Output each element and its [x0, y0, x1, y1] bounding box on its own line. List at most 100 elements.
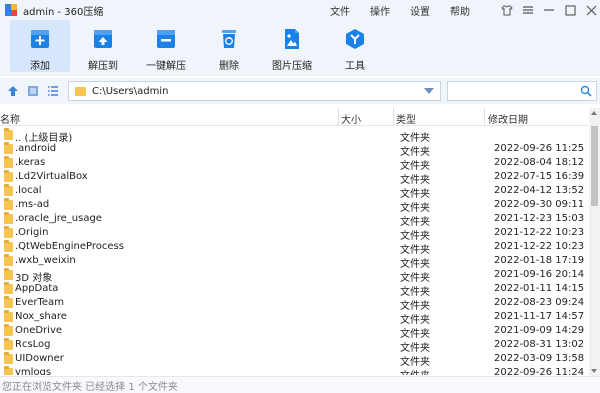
one-click-extract-icon — [157, 30, 175, 48]
close-icon[interactable] — [582, 0, 600, 20]
list-view-icon[interactable] — [46, 84, 60, 98]
folder-icon — [4, 198, 13, 210]
path-input[interactable]: C:\Users\admin — [68, 81, 441, 101]
list-item[interactable]: AppData 文件夹 2022-01-11 14:15 — [0, 282, 588, 298]
file-modified: 2022-01-11 14:15 — [494, 283, 585, 294]
chevron-down-icon[interactable] — [424, 88, 434, 94]
file-name: .QtWebEngineProcess — [15, 241, 124, 252]
list-item[interactable]: .Origin 文件夹 2021-12-22 10:23 — [0, 226, 588, 242]
list-item[interactable]: .Ld2VirtualBox 文件夹 2022-07-15 16:39 — [0, 170, 588, 186]
menu-operation[interactable]: 操作 — [370, 3, 390, 18]
file-name: .wxb_weixin — [15, 255, 76, 266]
file-modified: 2022-08-31 13:02 — [494, 339, 585, 350]
maximize-icon[interactable] — [561, 0, 579, 20]
list-item[interactable]: .local 文件夹 2022-04-12 13:52 — [0, 184, 588, 200]
address-bar: C:\Users\admin — [0, 78, 600, 104]
search-input[interactable] — [447, 81, 597, 101]
extract-to-button[interactable]: 解压到 — [73, 20, 133, 72]
list-item[interactable]: OneDrive 文件夹 2021-09-09 14:29 — [0, 324, 588, 340]
list-item[interactable]: RcsLog 文件夹 2022-08-31 13:02 — [0, 338, 588, 354]
folder-icon — [75, 86, 86, 96]
image-compress-label: 图片压缩 — [272, 61, 312, 72]
path-text: C:\Users\admin — [92, 85, 169, 97]
file-modified: 2021-11-17 14:57 — [494, 311, 585, 322]
column-modified[interactable]: 修改日期 — [488, 111, 528, 126]
delete-icon — [222, 30, 236, 48]
list-item[interactable]: Nox_share 文件夹 2021-11-17 14:57 — [0, 310, 588, 326]
file-name: .keras — [15, 157, 46, 168]
column-divider[interactable] — [484, 108, 485, 126]
add-button[interactable]: 添加 — [10, 20, 70, 72]
folder-icon — [4, 296, 13, 308]
scroll-down-icon[interactable] — [591, 369, 597, 373]
nav-icons — [6, 84, 66, 98]
folder-icon — [4, 268, 13, 280]
skin-icon[interactable] — [498, 0, 516, 20]
file-name: vmlogs — [15, 367, 52, 375]
file-name: .Origin — [15, 227, 49, 238]
up-folder-icon[interactable] — [6, 84, 20, 98]
menu-bar: 文件 操作 设置 帮助 — [330, 0, 490, 20]
list-item[interactable]: UIDowner 文件夹 2022-03-09 13:58 — [0, 352, 588, 368]
file-modified: 2021-12-23 15:03 — [494, 213, 585, 224]
file-modified: 2021-09-09 14:29 — [494, 325, 585, 336]
folder-icon — [4, 170, 13, 182]
one-click-extract-label: 一键解压 — [146, 61, 186, 72]
search-icon[interactable] — [580, 85, 592, 97]
column-type[interactable]: 类型 — [396, 111, 416, 126]
window-title: admin - 360压缩 — [23, 6, 104, 18]
list-item[interactable]: .. (上级目录) 文件夹 — [0, 128, 588, 144]
file-modified: 2022-08-04 18:12 — [494, 157, 585, 168]
list-item[interactable]: .keras 文件夹 2022-08-04 18:12 — [0, 156, 588, 172]
list-item[interactable]: .android 文件夹 2022-09-26 11:25 — [0, 142, 588, 158]
file-name: OneDrive — [15, 325, 63, 336]
file-name: RcsLog — [15, 339, 51, 350]
image-compress-button[interactable]: 图片压缩 — [262, 20, 322, 72]
file-name: .android — [15, 143, 57, 154]
file-modified: 2022-03-09 13:58 — [494, 353, 585, 364]
file-name: EverTeam — [15, 297, 64, 308]
column-divider[interactable] — [393, 108, 394, 126]
file-name: UIDowner — [15, 353, 64, 364]
folder-icon — [4, 366, 13, 375]
list-item[interactable]: .ms-ad 文件夹 2022-09-30 09:11 — [0, 198, 588, 214]
file-name: .local — [15, 185, 42, 196]
file-modified: 2022-01-18 17:19 — [494, 255, 585, 266]
file-modified: 2022-09-26 11:25 — [494, 143, 585, 154]
extract-to-label: 解压到 — [88, 61, 118, 72]
folder-icon — [4, 338, 13, 350]
list-item[interactable]: 3D 对象 文件夹 2021-09-16 20:14 — [0, 268, 588, 284]
file-name: .Ld2VirtualBox — [15, 171, 88, 182]
detail-view-icon[interactable] — [26, 84, 40, 98]
image-compress-icon — [285, 29, 299, 49]
file-name: .ms-ad — [15, 199, 50, 210]
delete-button[interactable]: 删除 — [199, 20, 259, 72]
list-item[interactable]: .wxb_weixin 文件夹 2022-01-18 17:19 — [0, 254, 588, 270]
extract-to-icon — [94, 30, 112, 48]
vertical-scrollbar[interactable] — [589, 108, 600, 376]
minimize-icon[interactable] — [540, 0, 558, 20]
column-size[interactable]: 大小 — [341, 111, 361, 126]
list-item[interactable]: .QtWebEngineProcess 文件夹 2021-12-22 10:23 — [0, 240, 588, 256]
menu-icon[interactable] — [519, 0, 537, 20]
tools-button[interactable]: 工具 — [325, 20, 385, 72]
menu-settings[interactable]: 设置 — [410, 3, 430, 18]
toolbar: 添加 解压到 一键解压 删除 图片压缩 工具 — [0, 20, 600, 76]
scroll-thumb[interactable] — [591, 126, 598, 206]
status-text: 您正在浏览文件夹 已经选择 1 个文件夹 — [2, 381, 178, 393]
list-item[interactable]: EverTeam 文件夹 2022-08-23 09:24 — [0, 296, 588, 312]
tools-icon — [346, 29, 364, 49]
file-modified: 2021-09-16 20:14 — [494, 269, 585, 280]
file-modified: 2022-09-30 09:11 — [494, 199, 585, 210]
menu-help[interactable]: 帮助 — [450, 3, 470, 18]
column-divider[interactable] — [338, 108, 339, 126]
title-bar: admin - 360压缩 文件 操作 设置 帮助 — [0, 0, 600, 20]
list-item[interactable]: vmlogs 文件夹 2022-09-26 11:24 — [0, 366, 588, 375]
scroll-up-icon[interactable] — [591, 111, 597, 115]
file-modified: 2022-07-15 16:39 — [494, 171, 585, 182]
file-modified: 2021-12-22 10:23 — [494, 227, 585, 238]
one-click-extract-button[interactable]: 一键解压 — [136, 20, 196, 72]
menu-file[interactable]: 文件 — [330, 3, 350, 18]
list-item[interactable]: .oracle_jre_usage 文件夹 2021-12-23 15:03 — [0, 212, 588, 228]
column-name[interactable]: 名称 — [0, 111, 20, 126]
